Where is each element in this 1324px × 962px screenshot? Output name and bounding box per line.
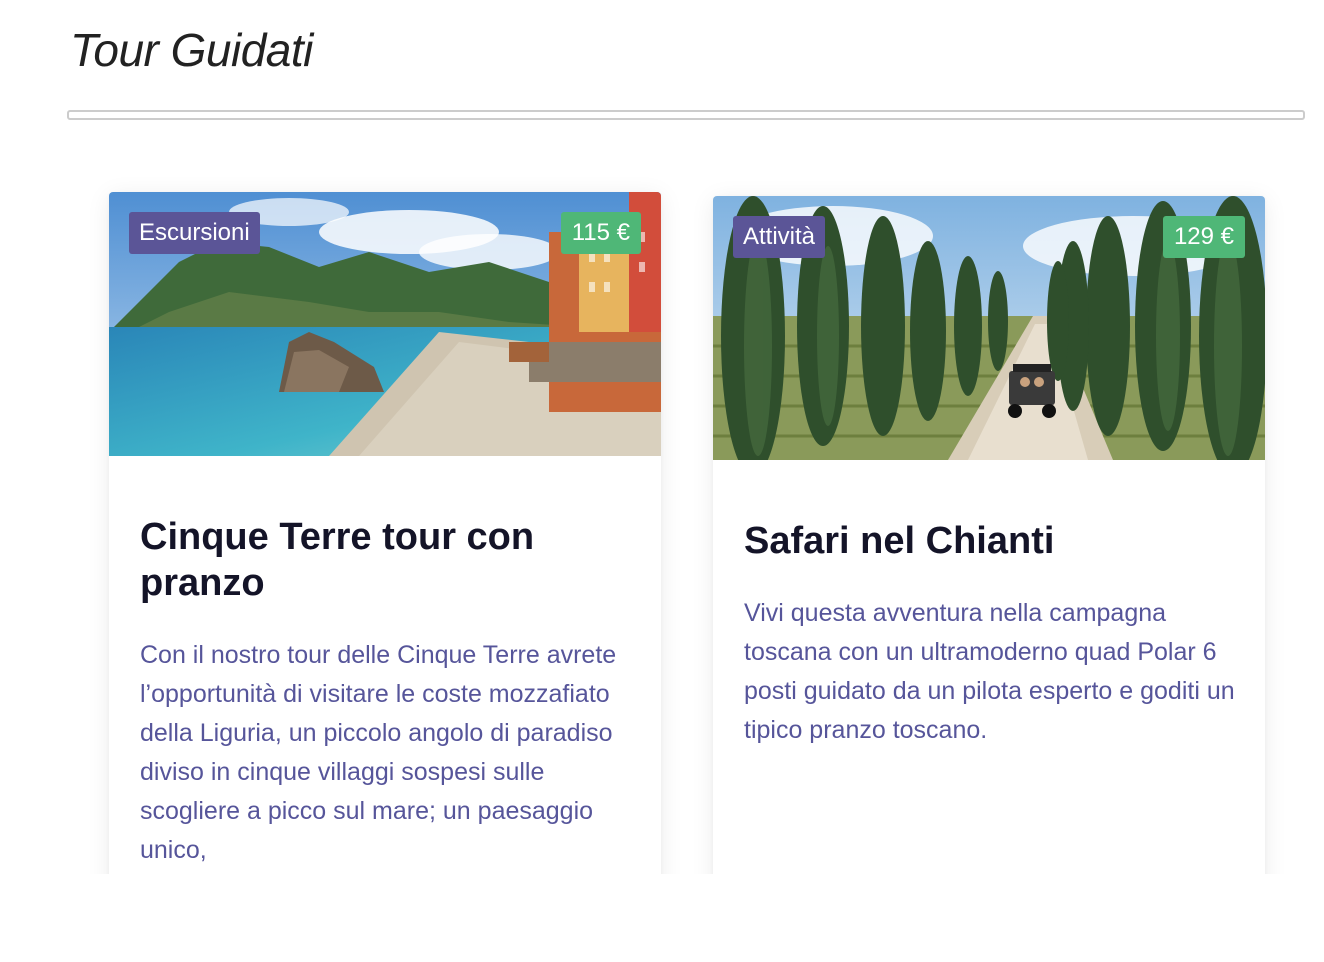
category-badge: Attività <box>733 216 826 258</box>
price-badge: 129 € <box>1162 216 1245 258</box>
tour-title[interactable]: Cinque Terre tour con pranzo <box>140 514 631 606</box>
tour-title[interactable]: Safari nel Chianti <box>744 518 1235 564</box>
tour-description: Con il nostro tour delle Cinque Terre av… <box>140 641 617 864</box>
tour-card-cinque-terre[interactable]: Escursioni 115 € Cinque Terre tour con p… <box>109 192 661 874</box>
price-badge: 115 € <box>560 212 641 254</box>
tour-card-safari-chianti[interactable]: Attività 129 € Safari nel Chianti Vivi q… <box>713 196 1265 874</box>
tour-description: Vivi questa avventura nella campagna tos… <box>744 599 1235 744</box>
category-badge: Escursioni <box>129 212 260 254</box>
tour-cards-list: Escursioni 115 € Cinque Terre tour con p… <box>67 150 1307 874</box>
title-divider <box>67 110 1305 120</box>
page-title: Tour Guidati <box>70 24 313 76</box>
tour-card-image[interactable]: Attività 129 € <box>713 196 1265 460</box>
tour-card-image[interactable]: Escursioni 115 € <box>109 192 661 456</box>
